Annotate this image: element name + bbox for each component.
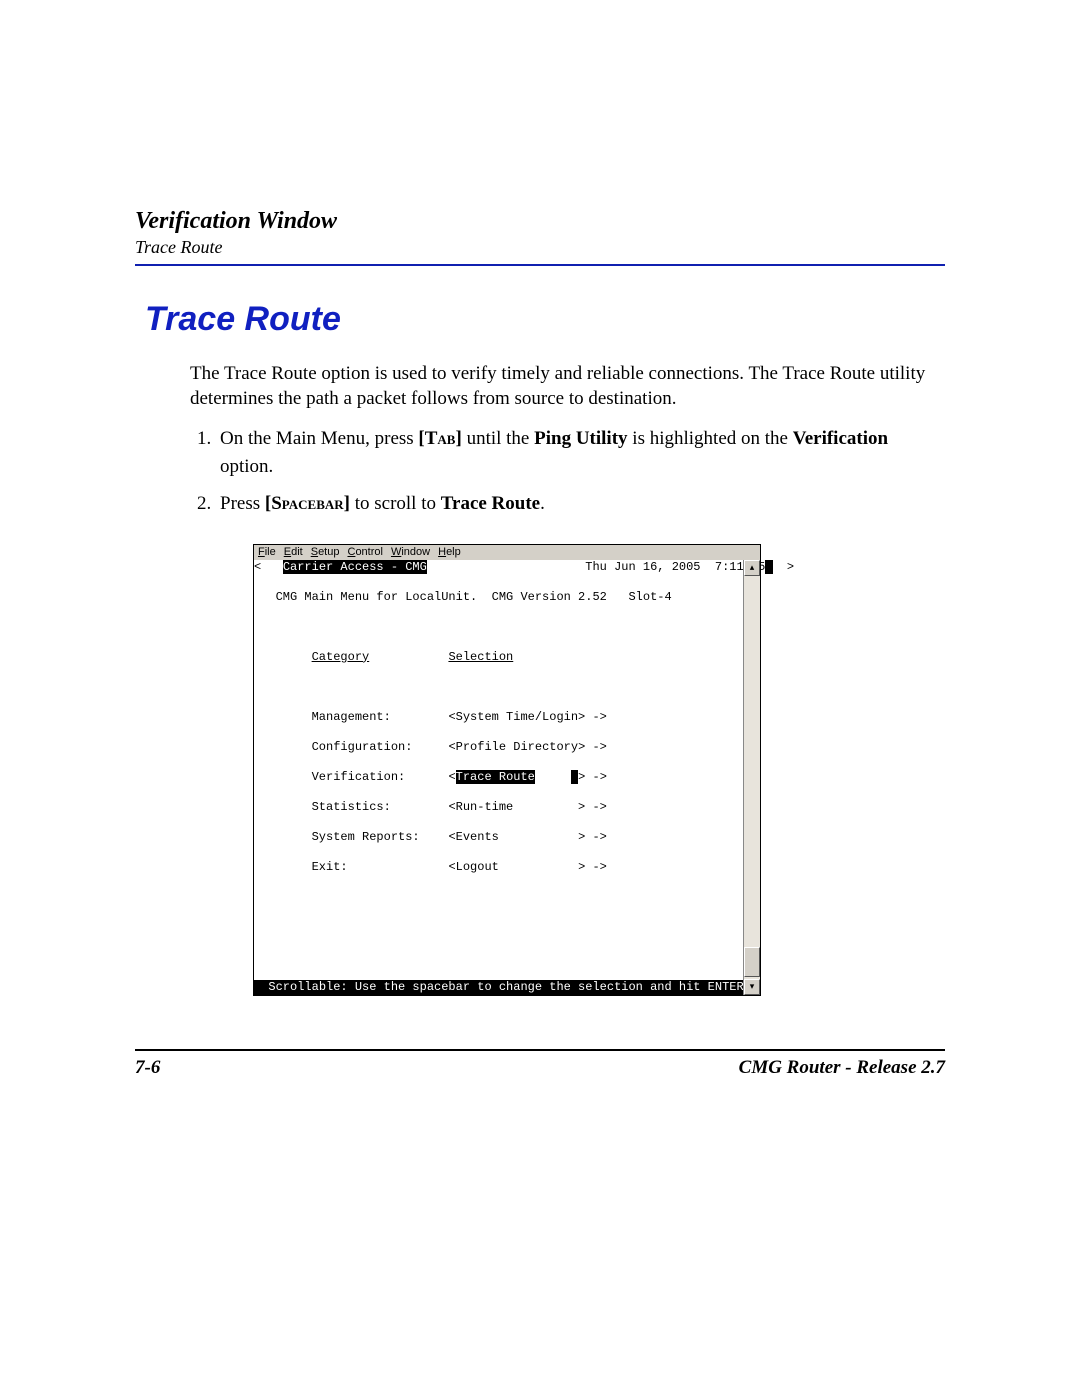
menu-row-statistics: Statistics: <Run-time > -> [254,800,760,815]
step-2-text-a: Press [220,493,265,514]
menu-control[interactable]: Control [347,546,382,558]
menu-file[interactable]: File [258,546,276,558]
step-2-text-c: . [540,493,545,514]
terminal-title: Carrier Access - CMG [283,560,427,574]
menu-row-exit: Exit: <Logout > -> [254,860,760,875]
scroll-track[interactable] [744,576,760,979]
menu-bar: File Edit Setup Control Window Help [254,545,760,560]
terminal-content[interactable]: < Carrier Access - CMG Thu Jun 16, 2005 … [254,560,760,995]
menu-edit[interactable]: Edit [284,546,303,558]
body: The Trace Route option is used to verify… [190,361,945,518]
step-1-key: [Tab] [418,428,461,449]
page-title: Trace Route [145,300,945,339]
col-header-category: Category [312,650,370,664]
step-1: On the Main Menu, press [Tab] until the … [216,425,945,480]
terminal-area: < Carrier Access - CMG Thu Jun 16, 2005 … [254,560,760,995]
menu-row-configuration: Configuration: <Profile Directory> -> [254,740,760,755]
section-subheading: Trace Route [135,237,945,258]
doc-title: CMG Router - Release 2.7 [739,1057,945,1079]
header-rule [135,264,945,266]
terminal-status-bar: Scrollable: Use the spacebar to change t… [254,980,760,995]
menu-setup[interactable]: Setup [311,546,340,558]
page-number: 7-6 [135,1057,160,1079]
menu-row-verification: Verification: <Trace Route > -> [254,770,760,785]
step-1-text-d: option. [220,456,273,477]
step-1-bold-1: Ping Utility [534,428,627,449]
terminal-subtitle: CMG Main Menu for LocalUnit. CMG Version… [254,590,760,605]
step-1-bold-2: Verification [793,428,888,449]
page: Verification Window Trace Route Trace Ro… [0,0,1080,1397]
step-1-text-b: until the [462,428,534,449]
scrollbar[interactable]: ▴ ▾ [743,560,760,995]
intro-paragraph: The Trace Route option is used to verify… [190,361,945,411]
scroll-up-button[interactable]: ▴ [744,560,760,576]
menu-row-system-reports: System Reports: <Events > -> [254,830,760,845]
step-2: Press [Spacebar] to scroll to Trace Rout… [216,490,945,518]
scroll-down-button[interactable]: ▾ [744,979,760,995]
menu-help[interactable]: Help [438,546,461,558]
step-1-text-a: On the Main Menu, press [220,428,418,449]
terminal-window: File Edit Setup Control Window Help < Ca… [253,544,761,996]
col-header-selection: Selection [448,650,513,664]
step-1-text-c: is highlighted on the [628,428,793,449]
selected-option: Trace Route [456,770,535,784]
scroll-thumb[interactable] [744,947,760,977]
terminal-datetime: Thu Jun 16, 2005 7:11:05 [585,560,765,574]
footer-rule [135,1049,945,1051]
menu-row-management: Management: <System Time/Login> -> [254,710,760,725]
embedded-screenshot: File Edit Setup Control Window Help < Ca… [253,544,761,996]
step-2-text-b: to scroll to [350,493,441,514]
section-heading: Verification Window [135,208,945,235]
page-footer: 7-6 CMG Router - Release 2.7 [135,1049,945,1079]
step-list: On the Main Menu, press [Tab] until the … [190,425,945,518]
step-2-key: [Spacebar] [265,493,350,514]
step-2-bold: Trace Route [441,493,540,514]
menu-window[interactable]: Window [391,546,430,558]
